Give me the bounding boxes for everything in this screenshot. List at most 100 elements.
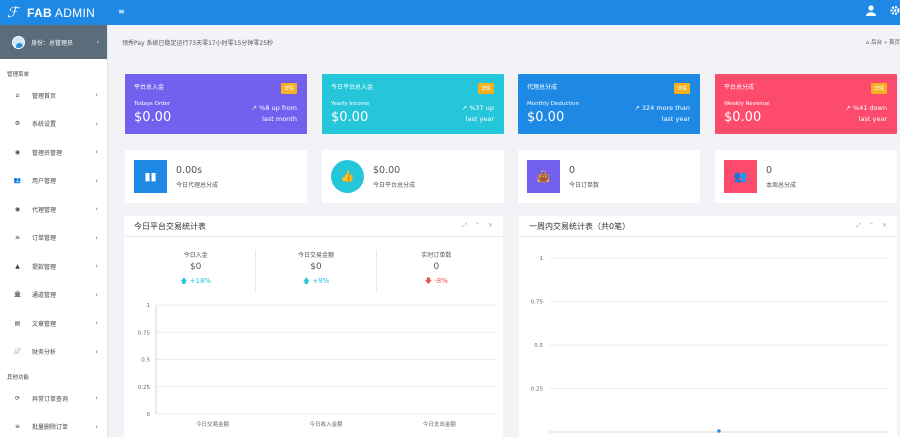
sidebar-item[interactable]: ≡ 订单管理 ›: [0, 224, 107, 253]
stat-card: 平台总入金 详情 Todays Order $0.00 ↗ %8 up from last…: [125, 74, 307, 134]
breadcrumb-home[interactable]: 后台: [871, 40, 882, 46]
sidebar-item[interactable]: ⌂ 管理首页 ›: [0, 81, 107, 110]
logo-mark: ℱ: [7, 4, 19, 21]
sidebar-item[interactable]: ▲ 提款管理 ›: [0, 252, 107, 281]
user-circle-icon: ◉: [14, 148, 21, 156]
mini-stat-label: 今日订单数: [569, 182, 600, 189]
list-icon: ≡: [14, 423, 21, 431]
sidebar-item[interactable]: ⟳ 异常订单查询 ›: [0, 384, 107, 413]
chevron-right-icon: ›: [95, 233, 98, 242]
panel-tools: ⤢ ⌃ ✕: [856, 222, 887, 230]
kpi-live-orders: 实时订单数 0 🡇 -8%: [377, 250, 496, 292]
y-tick-label: 0.5: [141, 358, 150, 364]
gear-icon[interactable]: [890, 5, 900, 19]
stat-title: 平台总入金: [134, 84, 165, 91]
sidebar-item[interactable]: ◉ 代理管理 ›: [0, 195, 107, 224]
chart-icon: 📈: [13, 348, 22, 356]
top-bar: ℱ FAB ADMIN ≡: [0, 0, 900, 25]
shopping-bag-icon: 👜: [527, 160, 560, 193]
collapse-icon[interactable]: ⌃: [869, 222, 874, 230]
y-tick-label: 0.75: [531, 300, 544, 306]
sidebar-item-label: 代理管理: [32, 206, 57, 214]
panel-title: 一周内交易统计表（共0笔）: [529, 221, 631, 231]
mini-stat-label: 今日代理总分成: [176, 182, 219, 189]
trend-icon: ↗: [251, 104, 258, 112]
x-tick-label: 今日支出金额: [423, 420, 457, 428]
mini-stat-value: 0.00s: [176, 165, 203, 176]
stat-card: 今日平台总入金 详情 Yearly Income $0.00 ↗ %37 up last …: [322, 74, 504, 134]
sidebar-item[interactable]: 🏛 通道管理 ›: [0, 281, 107, 310]
chevron-right-icon: ›: [95, 394, 98, 403]
trend-icon: ↗: [634, 104, 640, 112]
details-badge[interactable]: 详情: [673, 83, 690, 94]
sidebar-item-label: 系统设置: [32, 121, 57, 129]
mini-stat-card: 👍 $0.00 今日平台总分成: [322, 150, 504, 203]
expand-icon[interactable]: ⤢: [856, 222, 861, 230]
stat-title: 今日平台总入金: [331, 84, 374, 91]
expand-icon[interactable]: ⤢: [462, 222, 467, 230]
sidebar-item[interactable]: ◉ 管理员管理 ›: [0, 138, 107, 167]
logo[interactable]: ℱ FAB ADMIN: [0, 0, 108, 25]
collapse-icon[interactable]: ⌃: [475, 222, 480, 230]
panel-header: 一周内交易统计表（共0笔） ⤢ ⌃ ✕: [519, 216, 897, 237]
mini-stat-value: 0: [766, 165, 773, 176]
sidebar-item-label: 管理首页: [32, 92, 57, 100]
kpi-label: 实时订单数: [421, 252, 452, 259]
y-tick-label: 1: [540, 256, 544, 262]
sidebar-item-label: 异常订单查询: [32, 395, 69, 403]
kpi-value: $0: [310, 262, 322, 272]
sidebar-item[interactable]: 👥 用户管理 ›: [0, 167, 107, 196]
mini-stat-label: 本周总分成: [766, 182, 797, 189]
menu-toggle-icon[interactable]: ≡: [118, 7, 125, 16]
chevron-right-icon: ›: [95, 148, 98, 157]
arrow-up-icon: 🡅: [302, 277, 310, 285]
section-title-other: 其他功能: [7, 375, 30, 381]
sidebar-item[interactable]: 📈 财务分析 ›: [0, 338, 107, 367]
stat-change: ↗ %37 up last year: [461, 104, 494, 123]
y-tick-label: 0.25: [531, 387, 544, 393]
trend-icon: ↗: [461, 104, 468, 112]
mini-stat-card: 👥 0 本周总分成: [715, 150, 897, 203]
stat-subtitle: Weekly Revenue: [724, 101, 770, 107]
kpi-label: 今日入金: [183, 252, 208, 259]
avatar: [12, 35, 25, 49]
stat-title: 代理总分成: [527, 84, 558, 91]
home-icon: ⌂: [15, 91, 20, 99]
sidebar-item-label: 文章管理: [32, 320, 57, 328]
stat-subtitle: Todays Order: [134, 101, 171, 107]
close-icon[interactable]: ✕: [488, 222, 493, 230]
user-icon[interactable]: [866, 5, 876, 19]
sidebar-item[interactable]: ⚙ 系统设置 ›: [0, 110, 107, 139]
chevron-right-icon: ›: [95, 319, 98, 328]
uptime-notice: 领秀Pay 系统已稳定运行73天零17小时零15分钟零25秒: [122, 40, 274, 47]
thumbs-up-icon: 👍: [331, 160, 364, 193]
data-point: [717, 429, 721, 433]
sidebar-item-label: 订单管理: [32, 235, 57, 243]
chevron-right-icon: ›: [95, 91, 98, 100]
refresh-icon: ⟳: [14, 394, 21, 402]
breadcrumb-current: 首页: [888, 40, 900, 46]
book-icon: ▤: [14, 319, 21, 327]
panel-header: 今日平台交易统计表 ⤢ ⌃ ✕: [124, 216, 503, 237]
chevron-right-icon: ›: [95, 347, 98, 356]
details-badge[interactable]: 详情: [870, 83, 887, 94]
kpi-change: 🡇 -8%: [424, 277, 448, 285]
stat-change: ↗ 324 more than last year: [634, 104, 690, 123]
mini-stat-value: $0.00: [373, 165, 401, 176]
users-icon: 👥: [13, 177, 22, 185]
sidebar-item[interactable]: ≡ 批量删除订单 ›: [0, 413, 107, 437]
trend-icon: ↗: [845, 104, 851, 112]
x-tick-label: 今日收入金额: [309, 420, 343, 428]
details-badge[interactable]: 详情: [477, 83, 494, 94]
panel-title: 今日平台交易统计表: [134, 221, 206, 231]
sidebar-item-label: 用户管理: [32, 178, 57, 186]
details-badge[interactable]: 详情: [280, 83, 297, 94]
user-panel[interactable]: 身份：总管理员 ›: [0, 25, 107, 59]
sidebar-item-label: 提款管理: [32, 263, 57, 271]
sidebar-item-label: 财务分析: [32, 349, 57, 357]
arrow-down-icon: 🡇: [424, 277, 432, 285]
close-icon[interactable]: ✕: [882, 222, 887, 230]
sidebar-item[interactable]: ▤ 文章管理 ›: [0, 309, 107, 338]
mini-stat-value: 0: [569, 165, 576, 176]
mini-stat-card: 👜 0 今日订单数: [518, 150, 700, 203]
